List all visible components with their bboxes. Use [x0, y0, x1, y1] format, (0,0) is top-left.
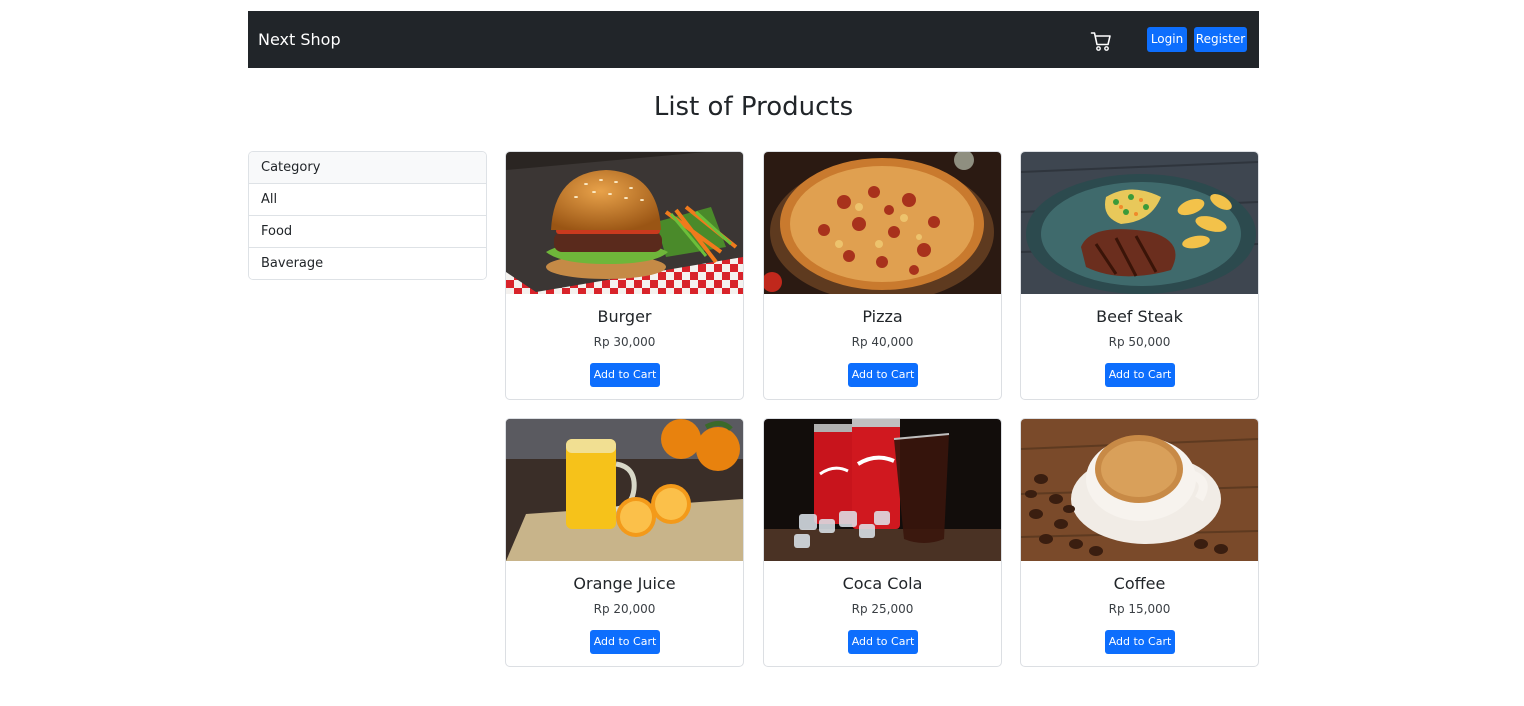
product-card: Coca Cola Rp 25,000 Add to Cart — [763, 418, 1002, 667]
category-header: Category — [249, 152, 486, 183]
category-item-all[interactable]: All — [249, 183, 486, 215]
product-price: Rp 50,000 — [1108, 335, 1171, 349]
add-to-cart-button[interactable]: Add to Cart — [590, 363, 660, 387]
category-list: Category All Food Baverage — [248, 151, 487, 280]
add-to-cart-button[interactable]: Add to Cart — [848, 630, 918, 654]
product-card: Burger Rp 30,000 Add to Cart — [505, 151, 744, 400]
orange-juice-image — [506, 419, 743, 561]
product-price: Rp 15,000 — [1108, 602, 1171, 616]
burger-image — [506, 152, 743, 294]
product-price: Rp 40,000 — [851, 335, 914, 349]
coca-cola-image — [764, 419, 1001, 561]
product-name: Beef Steak — [1096, 307, 1183, 326]
product-card: Orange Juice Rp 20,000 Add to Cart — [505, 418, 744, 667]
add-to-cart-button[interactable]: Add to Cart — [1105, 363, 1175, 387]
product-name: Orange Juice — [573, 574, 676, 593]
register-button[interactable]: Register — [1194, 27, 1247, 52]
coffee-image — [1021, 419, 1258, 561]
product-price: Rp 30,000 — [593, 335, 656, 349]
product-name: Pizza — [862, 307, 903, 326]
brand-link[interactable]: Next Shop — [258, 30, 341, 50]
login-button[interactable]: Login — [1147, 27, 1187, 52]
beef-steak-image — [1021, 152, 1258, 294]
add-to-cart-button[interactable]: Add to Cart — [590, 630, 660, 654]
category-item-baverage[interactable]: Baverage — [249, 247, 486, 279]
product-name: Coca Cola — [842, 574, 923, 593]
product-card: Pizza Rp 40,000 Add to Cart — [763, 151, 1002, 400]
product-price: Rp 20,000 — [593, 602, 656, 616]
product-card: Beef Steak Rp 50,000 Add to Cart — [1020, 151, 1259, 400]
product-name: Coffee — [1113, 574, 1166, 593]
navbar: Next Shop Login Register — [248, 11, 1259, 68]
page-title: List of Products — [653, 92, 854, 122]
add-to-cart-button[interactable]: Add to Cart — [848, 363, 918, 387]
add-to-cart-button[interactable]: Add to Cart — [1105, 630, 1175, 654]
pizza-image — [764, 152, 1001, 294]
product-price: Rp 25,000 — [851, 602, 914, 616]
product-name: Burger — [597, 307, 652, 326]
category-item-food[interactable]: Food — [249, 215, 486, 247]
shopping-cart-icon[interactable] — [1090, 30, 1112, 52]
product-card: Coffee Rp 15,000 Add to Cart — [1020, 418, 1259, 667]
